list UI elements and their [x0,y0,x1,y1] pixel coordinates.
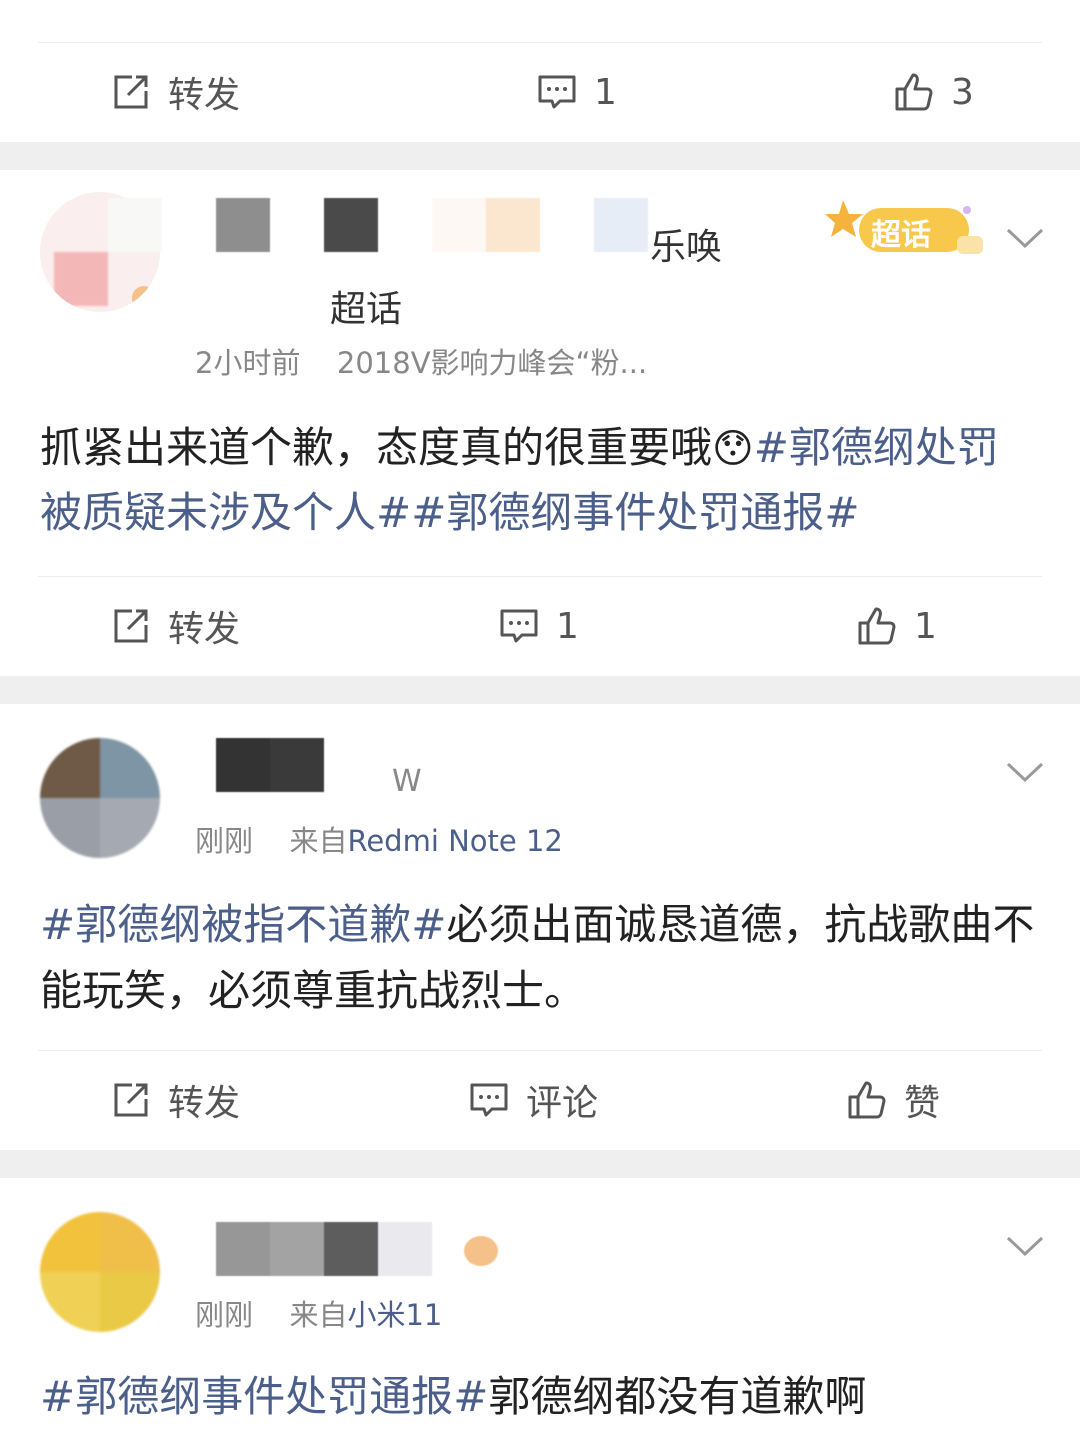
post-source[interactable]: 小米11 [347,1298,442,1332]
repost-button[interactable]: 转发 [110,43,240,141]
post-card-3: 刚刚 来自小米11 #郭德纲事件处罚通报#郭德纲都没有道歉啊 [0,1178,1080,1440]
post-time: 刚刚 [195,824,254,858]
verified-badge [464,1236,498,1266]
like-button[interactable]: 3 [893,43,974,141]
comment-button[interactable]: 评论 [468,1051,598,1149]
post-source[interactable]: Redmi Note 12 [347,824,562,858]
comment-count: 1 [594,71,617,113]
action-bar: 转发 评论 赞 [38,1050,1042,1149]
post-time: 刚刚 [195,1298,254,1332]
from-label: 来自 [289,1298,348,1332]
username[interactable] [216,1222,432,1276]
hashtag-link[interactable]: #郭德纲事件处罚通报# [40,1372,488,1421]
super-topic-badge[interactable]: 超话 [825,196,985,260]
username-suffix: 乐唤 [650,227,723,268]
action-bar: 转发 1 1 [38,576,1042,675]
repost-icon [114,609,148,643]
from-label: 来自 [289,824,348,858]
repost-label: 转发 [168,75,241,116]
post-card-2: W 刚刚 来自Redmi Note 12 #郭德纲被指不道歉#必须出面诚恳道德，… [0,704,1080,1150]
repost-label: 转发 [168,1083,241,1124]
comment-icon [470,1083,508,1117]
username[interactable] [216,738,324,792]
repost-label: 转发 [168,609,241,650]
like-icon [858,607,896,645]
post-text-plain: 郭德纲都没有道歉啊 [488,1372,867,1421]
super-topic-label: 超话 [871,218,931,253]
post-meta: 2小时前 2018V影响力峰会“粉... [195,340,647,382]
repost-icon [114,75,148,109]
comment-icon [538,75,576,109]
chevron-down-icon[interactable] [1006,226,1044,250]
like-icon [848,1081,886,1119]
hashtag-link[interactable]: #郭德纲被指不道歉# [40,900,446,949]
separator [0,1150,1080,1178]
chevron-down-icon[interactable] [1006,1234,1044,1258]
like-label: 赞 [904,1083,941,1124]
post-text-plain: 抓紧出来道个歉，态度真的很重要哦 [40,423,713,472]
post-time: 2小时前 [195,346,301,380]
comment-button[interactable]: 1 [498,577,579,675]
post-meta: 刚刚 来自Redmi Note 12 [195,818,563,860]
comment-count: 1 [556,605,579,647]
separator [0,676,1080,704]
username[interactable] [108,198,648,252]
post-card-0: 转发 1 3 [0,0,1080,142]
username-line2: 超话 [330,289,403,330]
comment-icon [500,609,538,643]
action-bar: 转发 1 3 [38,42,1042,141]
post-text: #郭德纲事件处罚通报#郭德纲都没有道歉啊 [40,1364,1040,1430]
comment-button[interactable]: 1 [536,43,617,141]
like-icon [895,73,933,111]
like-count: 3 [951,71,974,113]
separator [0,142,1080,170]
post-text: #郭德纲被指不道歉#必须出面诚恳道德，抗战歌曲不能玩笑，必须尊重抗战烈士。 [40,892,1040,1024]
post-meta: 刚刚 来自小米11 [195,1292,442,1334]
avatar[interactable] [40,738,160,858]
username-suffix: W [392,764,422,799]
repost-button[interactable]: 转发 [110,577,240,675]
like-button[interactable]: 1 [856,577,937,675]
post-text: 抓紧出来道个歉，态度真的很重要哦😯#郭德纲处罚被质疑未涉及个人##郭德纲事件处罚… [40,416,1040,545]
chevron-down-icon[interactable] [1006,760,1044,784]
post-card-1-body: 乐唤 超话 超话 2小时前 2018V影响力峰会“粉... 抓紧出来道个歉，态度… [0,170,1080,676]
like-button[interactable]: 赞 [846,1051,940,1149]
repost-icon [114,1083,148,1117]
avatar[interactable] [40,1212,160,1332]
like-count: 1 [914,605,937,647]
post-source: 2018V影响力峰会“粉... [336,346,648,380]
repost-button[interactable]: 转发 [110,1051,240,1149]
comment-label: 评论 [526,1083,599,1124]
emoji: 😯 [712,426,754,472]
